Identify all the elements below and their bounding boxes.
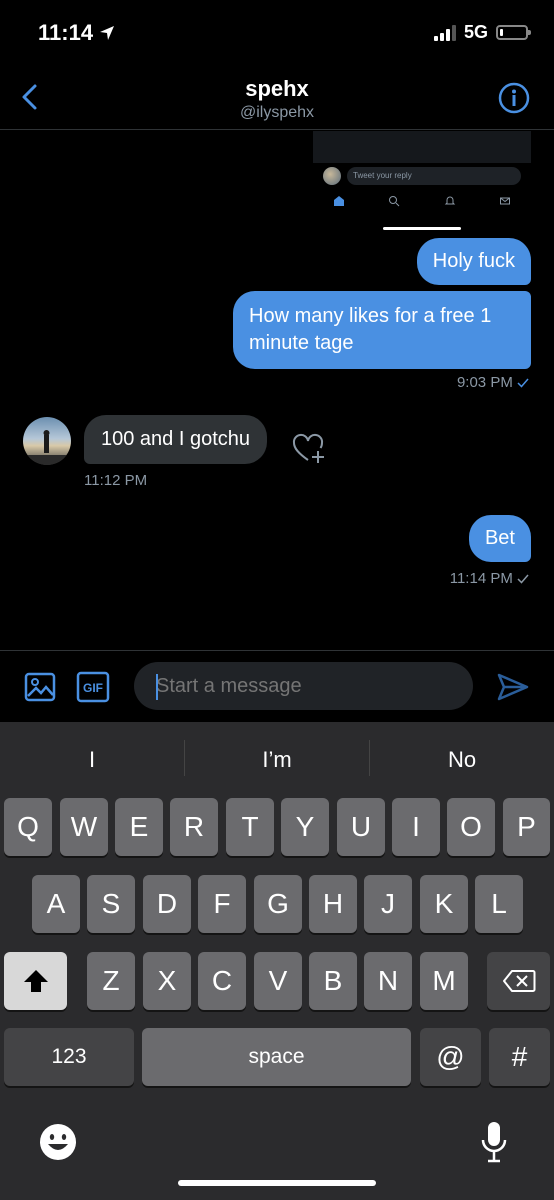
key-x[interactable]: X <box>143 952 191 1010</box>
key-b[interactable]: B <box>309 952 357 1010</box>
heart-plus-icon[interactable] <box>291 432 327 466</box>
shared-image-reply-field: Tweet your reply <box>347 167 521 185</box>
key-q[interactable]: Q <box>4 798 52 856</box>
battery-icon <box>496 25 531 40</box>
backspace-icon <box>502 970 535 992</box>
key-w[interactable]: W <box>60 798 108 856</box>
shared-image-home-indicator <box>383 227 461 230</box>
space-key[interactable]: space <box>142 1028 411 1086</box>
message-input[interactable] <box>134 662 473 710</box>
conversation-handle: @ilyspehx <box>239 104 315 121</box>
message-timestamp: 11:12 PM <box>84 472 148 489</box>
emoji-icon[interactable] <box>38 1122 78 1162</box>
key-n[interactable]: N <box>364 952 412 1010</box>
shift-key[interactable] <box>4 952 67 1010</box>
shift-arrow-icon <box>23 970 48 992</box>
at-key[interactable]: @ <box>420 1028 481 1086</box>
suggestion-3[interactable]: No <box>370 742 554 778</box>
status-indicators: 5G <box>433 22 531 43</box>
numbers-key[interactable]: 123 <box>4 1028 134 1086</box>
message-timestamp: 9:03 PM <box>457 374 529 391</box>
keyboard: I I’m No Q W E R T Y U I O P A S D F G H… <box>0 722 554 1200</box>
avatar[interactable] <box>23 417 71 465</box>
shared-image[interactable]: Tweet your reply <box>313 131 531 233</box>
key-e[interactable]: E <box>115 798 163 856</box>
home-indicator <box>178 1180 376 1186</box>
status-time: 11:14 <box>38 20 115 46</box>
microphone-icon[interactable] <box>478 1120 510 1164</box>
message-bubble-outgoing[interactable]: How many likes for a free 1 minute tage <box>233 291 531 369</box>
key-k[interactable]: K <box>420 875 468 933</box>
key-a[interactable]: A <box>32 875 80 933</box>
compose-divider <box>0 650 554 651</box>
message-bubble-outgoing[interactable]: Bet <box>468 515 531 562</box>
hash-key[interactable]: # <box>489 1028 550 1086</box>
shared-image-tabbar <box>333 195 511 207</box>
clock: 11:14 <box>38 20 94 45</box>
bell-icon <box>444 196 455 205</box>
checkmark-icon <box>517 574 529 584</box>
search-icon <box>389 196 400 207</box>
key-o[interactable]: O <box>447 798 495 856</box>
key-z[interactable]: Z <box>87 952 135 1010</box>
network-label: 5G <box>463 22 488 42</box>
signal-icon <box>433 24 456 41</box>
gif-label: GIF <box>83 681 103 695</box>
shared-image-top <box>313 131 531 163</box>
conversation-name: spehx <box>245 76 309 101</box>
key-s[interactable]: S <box>87 875 135 933</box>
key-g[interactable]: G <box>254 875 302 933</box>
message-bubble-outgoing[interactable]: Holy fuck <box>416 238 531 285</box>
key-m[interactable]: M <box>420 952 468 1010</box>
key-i[interactable]: I <box>392 798 440 856</box>
key-c[interactable]: C <box>198 952 246 1010</box>
key-p[interactable]: P <box>503 798 550 856</box>
key-u[interactable]: U <box>337 798 385 856</box>
checkmark-icon <box>517 378 529 388</box>
mail-icon <box>499 197 510 205</box>
key-f[interactable]: F <box>198 875 246 933</box>
home-icon <box>334 196 344 206</box>
key-d[interactable]: D <box>143 875 191 933</box>
shared-image-avatar <box>323 167 341 185</box>
header-divider <box>0 129 554 130</box>
send-icon[interactable] <box>496 670 530 704</box>
suggestion-2[interactable]: I’m <box>185 742 369 778</box>
backspace-key[interactable] <box>487 952 550 1010</box>
text-cursor <box>156 674 158 700</box>
info-icon[interactable] <box>498 82 530 114</box>
key-l[interactable]: L <box>475 875 523 933</box>
key-h[interactable]: H <box>309 875 357 933</box>
message-timestamp: 11:14 PM <box>450 570 529 587</box>
person-silhouette-icon <box>23 430 71 465</box>
image-icon[interactable] <box>24 671 56 703</box>
key-t[interactable]: T <box>226 798 274 856</box>
key-r[interactable]: R <box>170 798 218 856</box>
suggestion-1[interactable]: I <box>0 742 184 778</box>
gif-button[interactable]: GIF <box>76 671 110 703</box>
key-j[interactable]: J <box>364 875 412 933</box>
key-y[interactable]: Y <box>281 798 329 856</box>
message-bubble-incoming[interactable]: 100 and I gotchu <box>84 415 268 464</box>
location-arrow-icon <box>100 26 115 40</box>
key-v[interactable]: V <box>254 952 302 1010</box>
